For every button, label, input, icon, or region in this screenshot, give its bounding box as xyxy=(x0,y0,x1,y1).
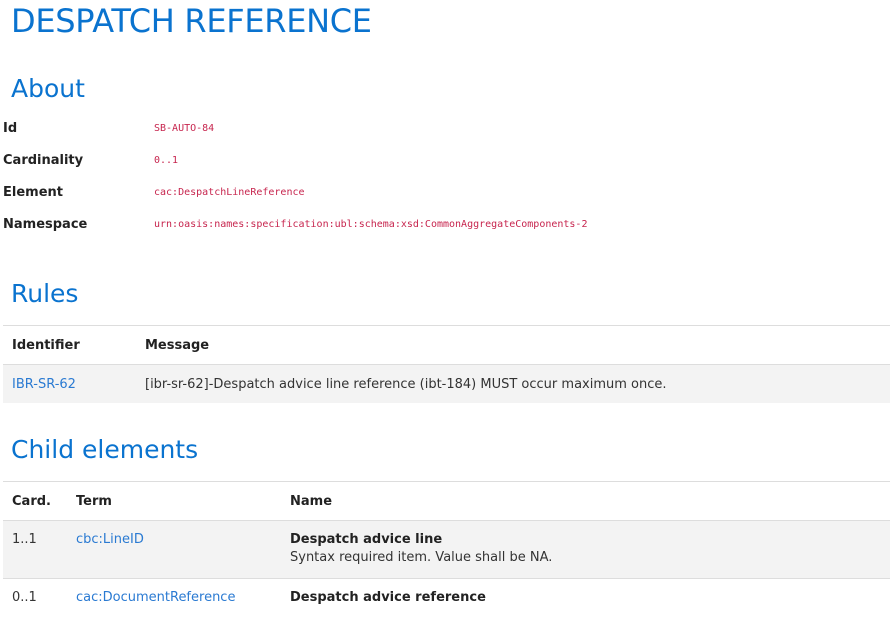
about-term: Id xyxy=(3,121,18,136)
about-value: 0..1 xyxy=(154,155,179,166)
about-heading: About xyxy=(11,74,85,103)
child-elements-table: Card. Term Name 1..1 cbc:LineID Despatch… xyxy=(3,481,890,619)
rules-heading: Rules xyxy=(11,279,79,308)
rules-table: Identifier Message IBR-SR-62 [ibr-sr-62]… xyxy=(3,325,890,403)
table-row: IBR-SR-62 [ibr-sr-62]-Despatch advice li… xyxy=(3,364,890,403)
child-description: Syntax required item. Value shall be NA. xyxy=(290,550,553,565)
rules-header-row: Identifier Message xyxy=(3,325,890,365)
child-term-cell: cbc:LineID xyxy=(67,520,281,579)
child-name: Despatch advice line xyxy=(290,532,443,547)
table-row: 1..1 cbc:LineID Despatch advice line Syn… xyxy=(3,520,890,579)
children-header-row: Card. Term Name xyxy=(3,481,890,521)
column-header-name: Name xyxy=(281,481,890,521)
column-header-message: Message xyxy=(136,325,890,365)
about-term: Namespace xyxy=(3,217,88,232)
child-name-cell: Despatch advice line Syntax required ite… xyxy=(281,520,890,579)
rule-identifier-link[interactable]: IBR-SR-62 xyxy=(12,377,76,392)
child-term-link[interactable]: cbc:LineID xyxy=(76,532,144,547)
column-header-card: Card. xyxy=(3,481,67,521)
child-name: Despatch advice reference xyxy=(290,590,486,605)
rule-message: [ibr-sr-62]-Despatch advice line referen… xyxy=(136,364,890,403)
child-card: 1..1 xyxy=(3,520,67,579)
child-elements-heading: Child elements xyxy=(11,435,199,464)
table-row: 0..1 cac:DocumentReference Despatch advi… xyxy=(3,578,890,619)
column-header-term: Term xyxy=(67,481,281,521)
rule-identifier-cell: IBR-SR-62 xyxy=(3,364,136,403)
about-value: cac:DespatchLineReference xyxy=(154,187,305,198)
child-name-cell: Despatch advice reference xyxy=(281,578,890,619)
child-card: 0..1 xyxy=(3,578,67,619)
child-term-link[interactable]: cac:DocumentReference xyxy=(76,590,235,605)
about-term: Element xyxy=(3,185,63,200)
column-header-identifier: Identifier xyxy=(3,325,136,365)
child-term-cell: cac:DocumentReference xyxy=(67,578,281,619)
page-title: DESPATCH REFERENCE xyxy=(11,2,372,40)
about-value: urn:oasis:names:specification:ubl:schema… xyxy=(154,219,588,230)
about-value: SB-AUTO-84 xyxy=(154,123,215,134)
about-term: Cardinality xyxy=(3,153,84,168)
